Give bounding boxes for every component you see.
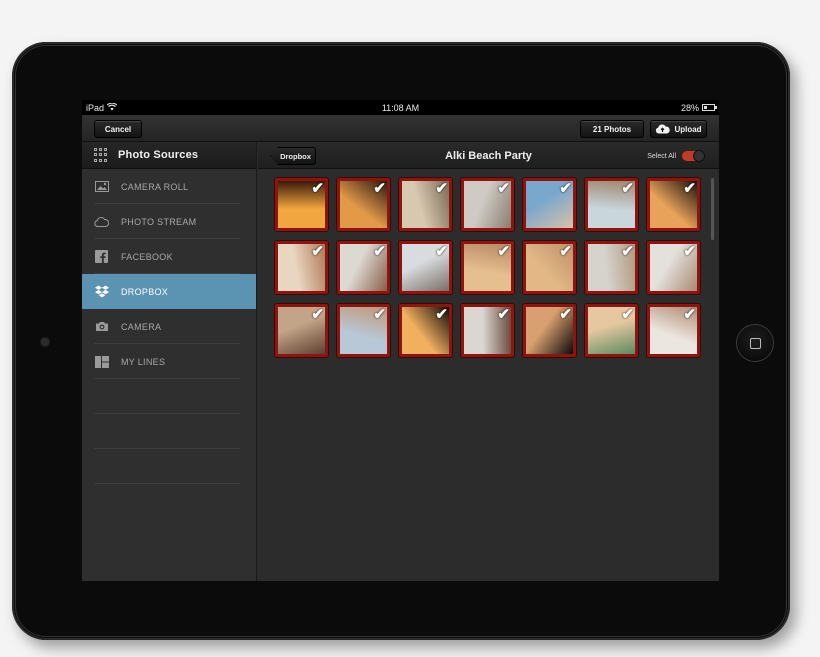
- toggle-knob: [693, 150, 705, 162]
- upload-button[interactable]: Upload: [650, 120, 707, 138]
- checkmark-icon: ✔: [559, 306, 572, 323]
- checkmark-icon: ✔: [559, 180, 572, 197]
- photo-thumbnail[interactable]: ✔: [647, 304, 700, 357]
- checkmark-icon: ✔: [621, 306, 634, 323]
- select-all-toggle[interactable]: [682, 150, 705, 162]
- sidebar-title: Photo Sources: [118, 149, 199, 161]
- album-view: Dropbox Alki Beach Party Select All ✔ ✔ ✔ ✔…: [258, 142, 719, 581]
- checkmark-icon: ✔: [621, 180, 634, 197]
- photo-thumbnail[interactable]: ✔: [585, 178, 638, 231]
- select-all-control[interactable]: Select All: [647, 150, 705, 162]
- photo-thumbnail[interactable]: ✔: [647, 178, 700, 231]
- sidebar-item-label: PHOTO STREAM: [121, 216, 197, 227]
- checkmark-icon: ✔: [497, 243, 510, 260]
- checkmark-icon: ✔: [311, 243, 324, 260]
- photo-thumbnail[interactable]: ✔: [461, 304, 514, 357]
- sidebar-empty-row: [82, 379, 256, 414]
- dropbox-icon: [94, 285, 109, 298]
- checkmark-icon: ✔: [435, 306, 448, 323]
- sidebar-item-facebook[interactable]: FACEBOOK: [82, 239, 256, 274]
- photo-thumbnail[interactable]: ✔: [585, 304, 638, 357]
- scrollbar[interactable]: [711, 178, 714, 240]
- sidebar-item-photo-stream[interactable]: PHOTO STREAM: [82, 204, 256, 239]
- cancel-button[interactable]: Cancel: [94, 120, 142, 138]
- photo-thumbnail[interactable]: ✔: [461, 241, 514, 294]
- sidebar-empty-row: [82, 449, 256, 484]
- photo-thumbnail[interactable]: ✔: [523, 241, 576, 294]
- checkmark-icon: ✔: [435, 180, 448, 197]
- photo-grid: ✔ ✔ ✔ ✔ ✔ ✔ ✔ ✔ ✔ ✔ ✔ ✔ ✔ ✔ ✔ ✔ ✔ ✔ ✔ ✔ ✔: [275, 178, 705, 357]
- grid-icon: [94, 148, 108, 162]
- checkmark-icon: ✔: [435, 243, 448, 260]
- clock: 11:08 AM: [381, 102, 420, 113]
- sidebar-item-label: CAMERA: [121, 321, 162, 332]
- checkmark-icon: ✔: [559, 243, 572, 260]
- photo-sources-sidebar: Photo Sources CAMERA ROLL PHOTO STREAM F…: [82, 142, 257, 581]
- sidebar-header: Photo Sources: [82, 142, 256, 169]
- checkmark-icon: ✔: [311, 180, 324, 197]
- sidebar-item-label: CAMERA ROLL: [121, 181, 189, 192]
- checkmark-icon: ✔: [373, 180, 386, 197]
- battery-fill: [704, 106, 708, 109]
- photo-thumbnail[interactable]: ✔: [399, 304, 452, 357]
- camera-icon: [94, 320, 109, 333]
- checkmark-icon: ✔: [373, 243, 386, 260]
- sidebar-item-label: DROPBOX: [121, 286, 169, 297]
- photo-thumbnail[interactable]: ✔: [523, 178, 576, 231]
- checkmark-icon: ✔: [497, 306, 510, 323]
- checkmark-icon: ✔: [373, 306, 386, 323]
- checkmark-icon: ✔: [683, 243, 696, 260]
- sidebar-item-label: FACEBOOK: [121, 251, 173, 262]
- app-screen: iPad 11:08 AM 28% Cancel 21 Photos Uploa…: [82, 100, 719, 581]
- photo-thumbnail[interactable]: ✔: [523, 304, 576, 357]
- sidebar-item-label: MY LINES: [121, 356, 166, 367]
- layout-icon: [94, 355, 109, 368]
- checkmark-icon: ✔: [683, 180, 696, 197]
- home-button[interactable]: [736, 324, 774, 362]
- photo-thumbnail[interactable]: ✔: [399, 178, 452, 231]
- photo-thumbnail[interactable]: ✔: [337, 304, 390, 357]
- photo-thumbnail[interactable]: ✔: [337, 178, 390, 231]
- checkmark-icon: ✔: [621, 243, 634, 260]
- status-bar: iPad 11:08 AM 28%: [82, 100, 719, 115]
- image-icon: [94, 180, 109, 193]
- top-toolbar: Cancel 21 Photos Upload: [82, 115, 719, 142]
- front-camera: [41, 338, 49, 346]
- checkmark-icon: ✔: [311, 306, 324, 323]
- sidebar-item-camera-roll[interactable]: CAMERA ROLL: [82, 169, 256, 204]
- photo-thumbnail[interactable]: ✔: [461, 178, 514, 231]
- home-button-icon: [749, 337, 761, 349]
- battery-icon: [702, 104, 717, 111]
- sidebar-item-camera[interactable]: CAMERA: [82, 309, 256, 344]
- album-header: Dropbox Alki Beach Party Select All: [258, 142, 719, 169]
- photo-thumbnail[interactable]: ✔: [647, 241, 700, 294]
- photo-thumbnail[interactable]: ✔: [585, 241, 638, 294]
- photo-thumbnail[interactable]: ✔: [399, 241, 452, 294]
- cloud-icon: [94, 215, 109, 228]
- photo-count-button[interactable]: 21 Photos: [580, 120, 644, 138]
- facebook-icon: [94, 250, 109, 263]
- sidebar-empty-row: [82, 414, 256, 449]
- sidebar-item-dropbox[interactable]: DROPBOX: [82, 274, 256, 309]
- photo-thumbnail[interactable]: ✔: [275, 241, 328, 294]
- photo-thumbnail[interactable]: ✔: [275, 304, 328, 357]
- checkmark-icon: ✔: [683, 306, 696, 323]
- sidebar-item-my-lines[interactable]: MY LINES: [82, 344, 256, 379]
- checkmark-icon: ✔: [497, 180, 510, 197]
- select-all-label: Select All: [647, 152, 676, 160]
- photo-thumbnail[interactable]: ✔: [337, 241, 390, 294]
- upload-label: Upload: [674, 124, 702, 134]
- photo-thumbnail[interactable]: ✔: [275, 178, 328, 231]
- cloud-upload-icon: [655, 124, 671, 134]
